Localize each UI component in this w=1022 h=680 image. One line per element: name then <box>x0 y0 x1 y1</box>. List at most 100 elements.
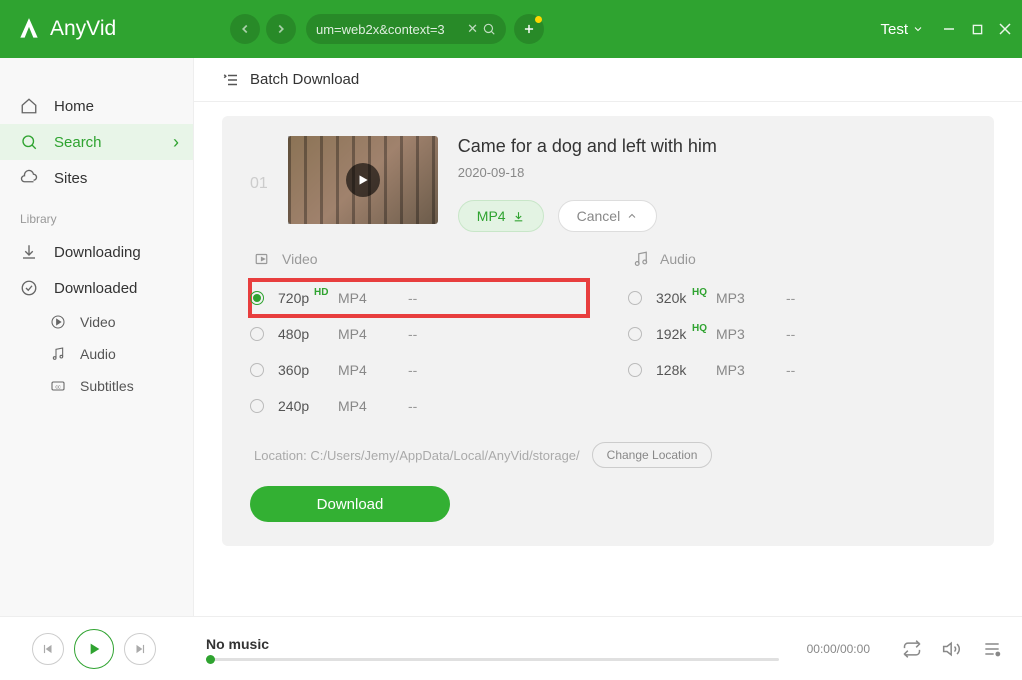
size-label: -- <box>408 290 417 306</box>
chevron-up-icon <box>626 210 638 222</box>
chevron-down-icon <box>912 23 924 35</box>
cancel-button[interactable]: Cancel <box>558 200 658 232</box>
close-button[interactable] <box>998 22 1012 36</box>
download-button[interactable]: Download <box>250 486 450 522</box>
size-label: -- <box>786 362 795 378</box>
sidebar-sub-video[interactable]: Video <box>0 306 193 338</box>
back-button[interactable] <box>230 14 260 44</box>
video-thumbnail[interactable] <box>288 136 438 224</box>
batch-download-bar[interactable]: Batch Download <box>194 58 1022 102</box>
sidebar-sub-label: Video <box>80 314 116 330</box>
audio-option-row[interactable]: 192kHQMP3-- <box>628 316 966 352</box>
resolution-label: 240p <box>278 398 338 414</box>
track-area: No music <box>206 636 779 661</box>
music-icon <box>632 250 650 268</box>
notification-dot-icon <box>535 16 542 23</box>
location-row: Location: C:/Users/Jemy/AppData/Local/An… <box>250 442 966 468</box>
url-bar[interactable]: um=web2x&context=3 ✕ <box>306 14 506 44</box>
sidebar-item-label: Sites <box>54 170 87 187</box>
chevron-right-icon <box>274 22 288 36</box>
sidebar-item-label: Downloading <box>54 244 141 261</box>
sidebar-sub-audio[interactable]: Audio <box>0 338 193 370</box>
sidebar-item-label: Home <box>54 98 94 115</box>
search-icon[interactable] <box>482 22 496 36</box>
batch-download-label: Batch Download <box>250 71 359 88</box>
progress-bar[interactable] <box>206 658 779 661</box>
resolution-label: 360p <box>278 362 338 378</box>
repeat-icon[interactable] <box>902 639 922 659</box>
video-card: 01 Came for a dog and left with him 2020… <box>222 116 994 546</box>
plus-icon <box>522 22 536 36</box>
audio-option-row[interactable]: 320kHQMP3-- <box>628 280 966 316</box>
video-icon <box>254 250 272 268</box>
quality-badge: HQ <box>692 287 707 298</box>
video-options-col: Video 720pHDMP4--480pMP4--360pMP4--240pM… <box>250 250 588 424</box>
size-label: -- <box>408 398 417 414</box>
next-button[interactable] <box>124 633 156 665</box>
resolution-label: 128k <box>656 362 716 378</box>
radio-button[interactable] <box>628 327 642 341</box>
radio-button[interactable] <box>250 399 264 413</box>
radio-button[interactable] <box>628 291 642 305</box>
resolution-label: 192kHQ <box>656 326 716 342</box>
video-title: Came for a dog and left with him <box>458 136 966 157</box>
size-label: -- <box>408 326 417 342</box>
url-text: um=web2x&context=3 <box>316 22 463 37</box>
quality-badge: HQ <box>692 323 707 334</box>
radio-button[interactable] <box>628 363 642 377</box>
radio-button[interactable] <box>250 327 264 341</box>
skip-forward-icon <box>133 642 147 656</box>
skip-back-icon <box>41 642 55 656</box>
change-location-button[interactable]: Change Location <box>592 442 713 468</box>
sidebar: Home Search Sites Library Downloading Do… <box>0 58 194 616</box>
resolution-label: 320kHQ <box>656 290 716 306</box>
time-display: 00:00/00:00 <box>807 642 870 656</box>
add-tab-button[interactable] <box>514 14 544 44</box>
format-label: MP4 <box>338 326 408 342</box>
player-right-controls <box>902 639 1002 659</box>
radio-button[interactable] <box>250 363 264 377</box>
sidebar-item-sites[interactable]: Sites <box>0 160 193 196</box>
format-mp4-button[interactable]: MP4 <box>458 200 544 232</box>
sidebar-sub-subtitles[interactable]: cc Subtitles <box>0 370 193 402</box>
playlist-icon[interactable] <box>982 639 1002 659</box>
play-button[interactable] <box>74 629 114 669</box>
radio-button[interactable] <box>250 291 264 305</box>
format-label: MP4 <box>338 398 408 414</box>
sidebar-item-home[interactable]: Home <box>0 88 193 124</box>
library-label: Library <box>0 196 193 234</box>
play-icon <box>86 641 102 657</box>
size-label: -- <box>408 362 417 378</box>
size-label: -- <box>786 290 795 306</box>
previous-button[interactable] <box>32 633 64 665</box>
volume-icon[interactable] <box>942 639 962 659</box>
chevron-left-icon <box>238 22 252 36</box>
video-option-row[interactable]: 360pMP4-- <box>250 352 588 388</box>
sidebar-item-downloaded[interactable]: Downloaded <box>0 270 193 306</box>
sidebar-item-downloading[interactable]: Downloading <box>0 234 193 270</box>
format-label: MP4 <box>338 362 408 378</box>
minimize-button[interactable] <box>942 22 956 36</box>
video-option-row[interactable]: 480pMP4-- <box>250 316 588 352</box>
video-option-row[interactable]: 720pHDMP4-- <box>250 280 588 316</box>
location-text: Location: C:/Users/Jemy/AppData/Local/An… <box>254 448 580 463</box>
download-icon <box>512 210 525 223</box>
audio-option-row[interactable]: 128kMP3-- <box>628 352 966 388</box>
video-option-row[interactable]: 240pMP4-- <box>250 388 588 424</box>
svg-text:cc: cc <box>55 385 61 391</box>
format-label: MP3 <box>716 326 786 342</box>
list-icon <box>222 71 240 89</box>
maximize-button[interactable] <box>970 22 984 36</box>
minimize-icon <box>943 23 955 35</box>
app-logo-icon <box>16 16 42 42</box>
sidebar-item-search[interactable]: Search <box>0 124 193 160</box>
home-icon <box>20 97 38 115</box>
url-clear-button[interactable]: ✕ <box>467 21 478 37</box>
forward-button[interactable] <box>266 14 296 44</box>
player-bar: No music 00:00/00:00 <box>0 616 1022 680</box>
quality-badge: HD <box>314 287 328 298</box>
test-dropdown[interactable]: Test <box>880 21 924 38</box>
card-top: 01 Came for a dog and left with him 2020… <box>250 136 966 232</box>
logo-area: AnyVid <box>10 16 220 42</box>
progress-handle[interactable] <box>206 655 215 664</box>
